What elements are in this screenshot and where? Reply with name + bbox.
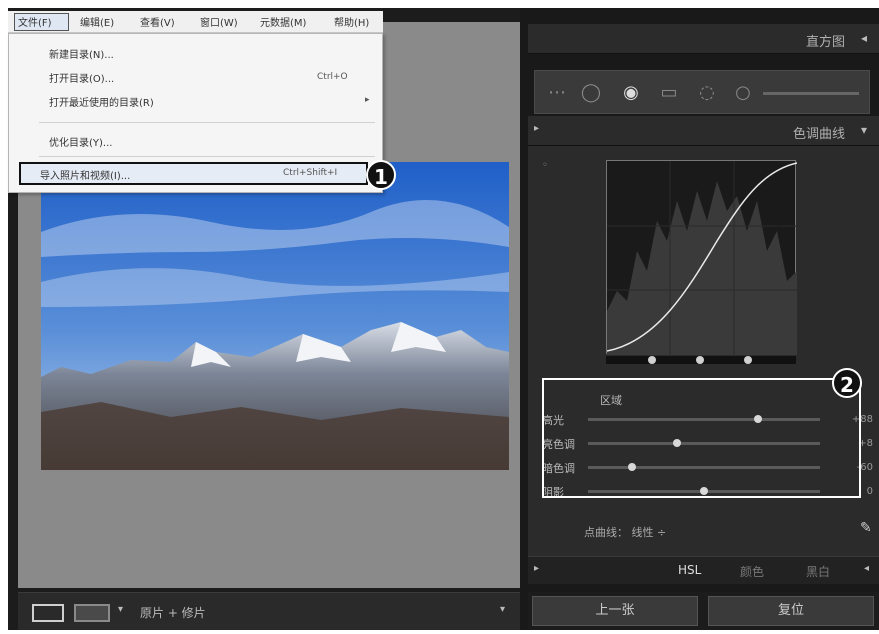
mountain-photo[interactable] [41,162,509,470]
pencil-icon[interactable]: ✎ [860,520,872,536]
split-point-handle[interactable] [648,356,656,364]
tone-curve-title: 色调曲线 [792,127,845,142]
histogram-header[interactable]: 直方图 ◂ [528,24,879,54]
grid-icon[interactable]: ⋯ [545,81,569,105]
crop-icon[interactable]: ◯ [579,81,603,105]
bottom-toolbar: ▾ 原片 + 修片 ▾ [18,592,520,630]
menu-item-new-catalog[interactable]: 新建目录(N)... [49,46,114,61]
brush-size-slider[interactable] [763,92,859,95]
tool-strip: ⋯ ◯ ◉ ▭ ◌ ○ [534,70,870,114]
sliders-highlight-box [542,378,861,498]
develop-right-panel: 直方图 ◂ ⋯ ◯ ◉ ▭ ◌ ○ ▸ 色调曲线 ▾ ◦ 区域 高光 +88 亮… [520,8,879,630]
spot-removal-icon[interactable]: ◉ [619,81,643,105]
menu-bar: 文件(F) 编辑(E) 查看(V) 窗口(W) 元数据(M) 帮助(H) [8,11,383,33]
graduated-filter-icon[interactable]: ◌ [695,81,719,105]
tone-curve-graph[interactable] [606,160,798,355]
menu-window[interactable]: 窗口(W) [200,14,238,29]
point-curve-selector[interactable]: 点曲线： 线性 ÷ [584,524,666,540]
tab-color[interactable]: 颜色 [740,563,764,580]
split-point-handle[interactable] [744,356,752,364]
chevron-down-icon[interactable]: ▾ [118,604,123,615]
import-menu-item-highlight[interactable]: 导入照片和视频(I)... Ctrl+Shift+I [19,162,368,185]
reset-button[interactable]: 复位 [708,596,874,626]
slider-value[interactable]: 0 [867,486,873,497]
loupe-view-icon[interactable] [32,604,64,622]
collapse-triangle-icon[interactable]: ◂ [864,563,869,574]
target-adjust-icon[interactable]: ◦ [542,160,548,171]
menu-view[interactable]: 查看(V) [140,14,175,29]
tab-bw[interactable]: 黑白 [806,563,830,580]
menu-metadata[interactable]: 元数据(M) [260,14,306,29]
brush-icon[interactable]: ○ [731,81,755,105]
panel-tabs: ▸ HSL 颜色 黑白 ◂ [528,556,879,584]
tone-curve-header[interactable]: ▸ 色调曲线 ▾ [528,116,879,146]
menu-item-optimize-catalog[interactable]: 优化目录(Y)... [49,134,112,149]
tone-curve-panel: ◦ [528,146,879,376]
submenu-arrow-icon: ▸ [365,95,370,105]
bottom-button-row: 上一张 复位 [528,592,879,630]
callout-badge-2: 2 [832,368,862,398]
split-point-handle[interactable] [696,356,704,364]
menu-item-import[interactable]: 导入照片和视频(I)... [40,167,130,182]
menu-divider [39,156,375,157]
menu-file[interactable]: 文件(F) [18,14,52,29]
view-mode-label[interactable]: 原片 + 修片 [140,604,206,621]
collapse-triangle-icon[interactable]: ◂ [861,31,867,45]
histogram-title: 直方图 [805,35,845,50]
redeye-icon[interactable]: ▭ [657,81,681,105]
chevron-icon[interactable]: ▾ [500,604,505,615]
menu-help[interactable]: 帮助(H) [334,14,369,29]
before-after-view-icon[interactable] [74,604,110,622]
shortcut-open: Ctrl+O [317,72,348,82]
tab-hsl[interactable]: HSL [678,563,701,577]
menu-divider [39,122,375,123]
menu-item-open-catalog[interactable]: 打开目录(O)... [49,70,114,85]
shortcut-import: Ctrl+Shift+I [283,168,338,178]
expand-triangle-icon[interactable]: ▸ [534,563,539,574]
collapse-triangle-icon[interactable]: ▾ [861,123,867,137]
lightroom-window: ▾ 原片 + 修片 ▾ 文件(F) 编辑(E) 查看(V) 窗口(W) 元数据(… [0,0,879,634]
menu-edit[interactable]: 编辑(E) [80,14,114,29]
callout-badge-1: 1 [366,160,396,190]
expand-triangle-icon[interactable]: ▸ [534,123,539,134]
previous-button[interactable]: 上一张 [532,596,698,626]
menu-item-open-recent[interactable]: 打开最近使用的目录(R) [49,94,154,109]
